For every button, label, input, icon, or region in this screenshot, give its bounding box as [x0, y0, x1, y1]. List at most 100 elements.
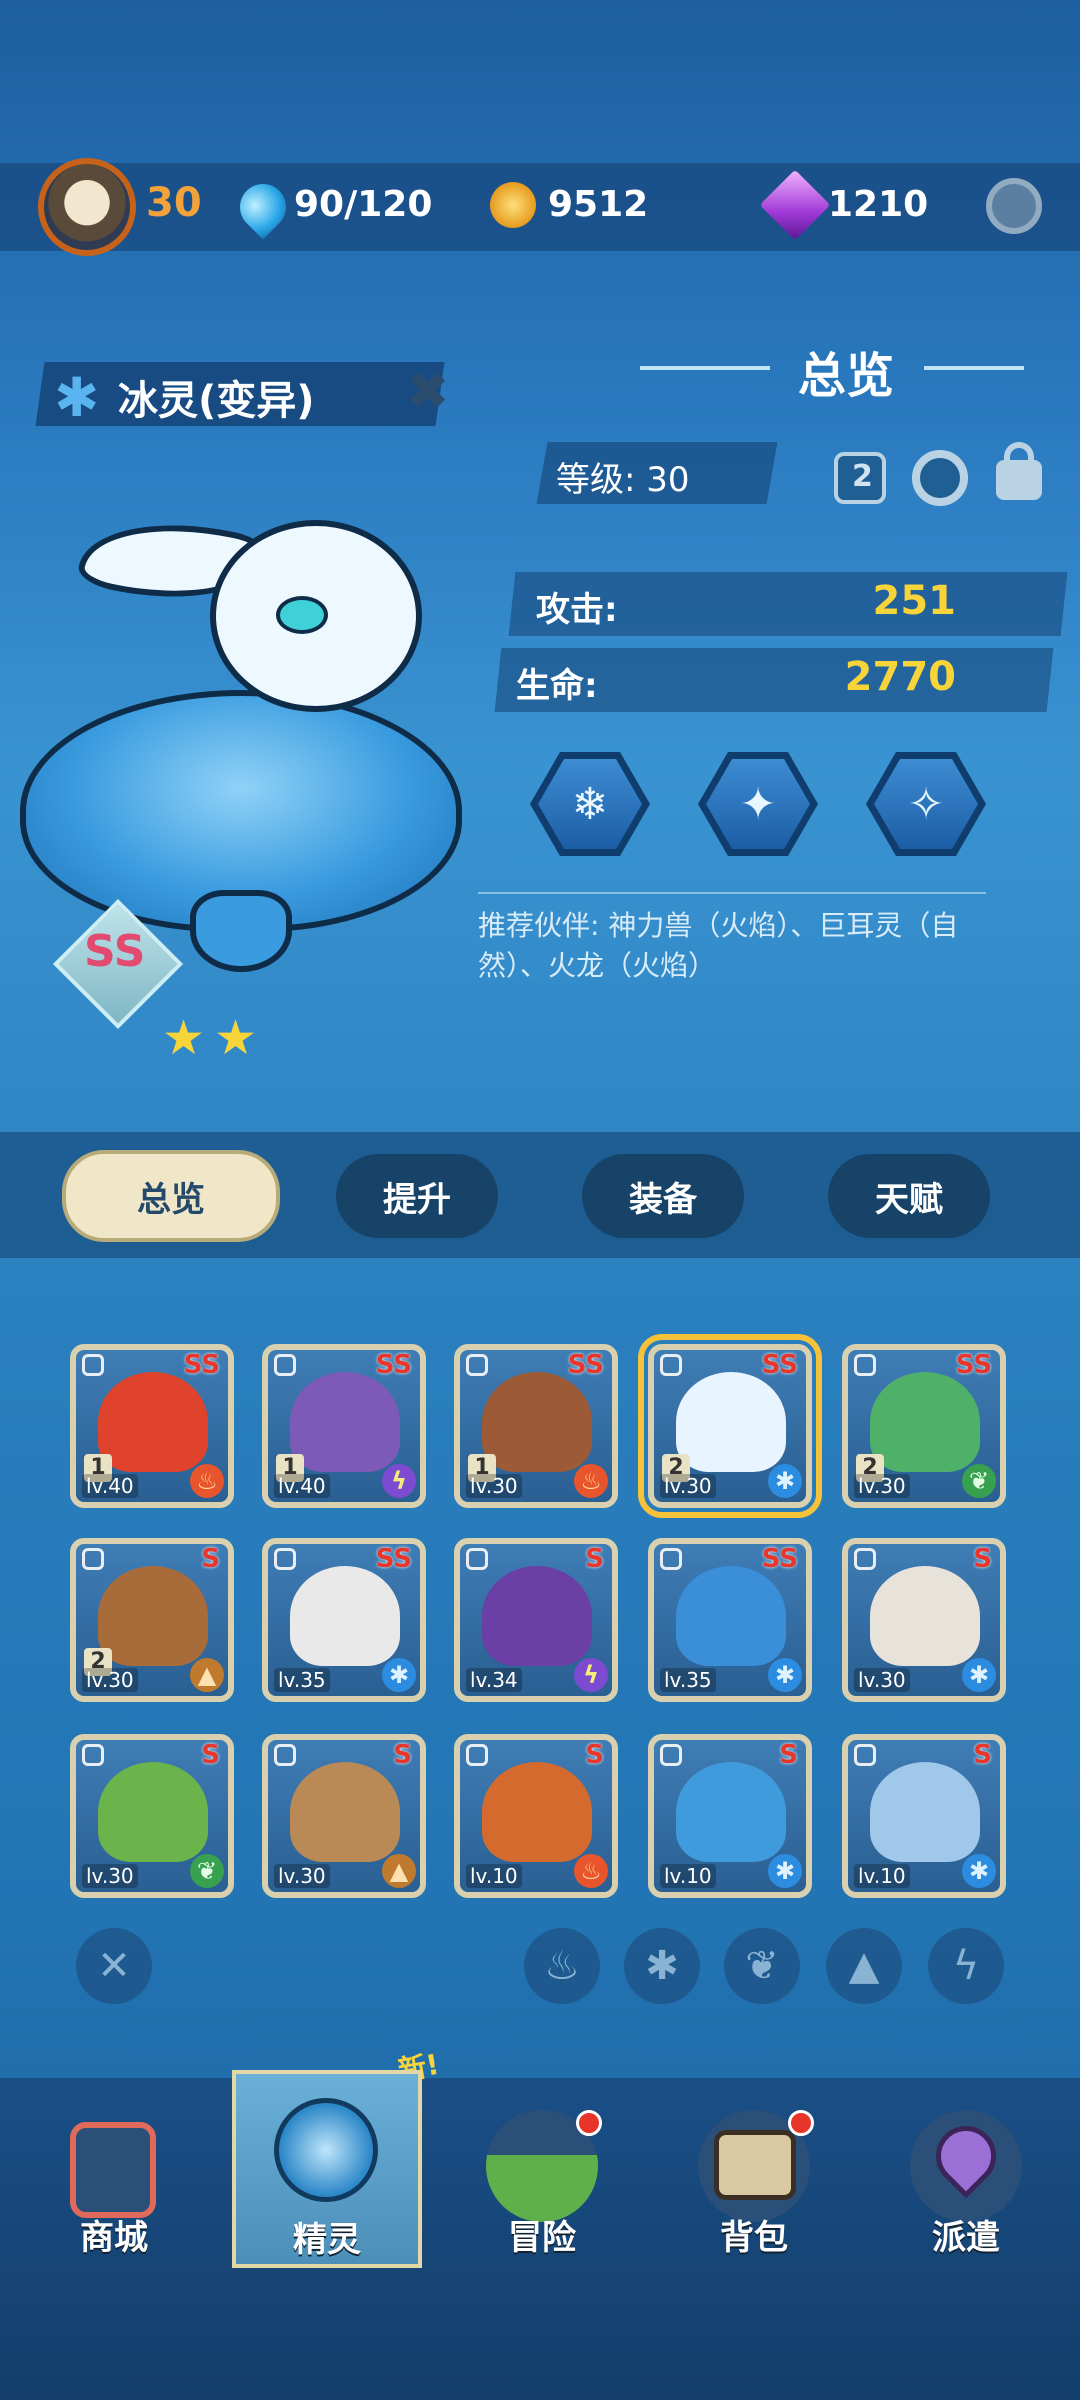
- lock-icon: [82, 1354, 104, 1376]
- title-divider-left: [640, 366, 770, 370]
- lock-icon: [660, 1354, 682, 1376]
- pet-card[interactable]: Slv.30 ▲: [262, 1734, 426, 1898]
- ring-icon[interactable]: [912, 450, 968, 506]
- pet-name: 冰灵(变异): [118, 378, 315, 424]
- hp-label: 生命:: [516, 666, 598, 706]
- lock-icon: [274, 1354, 296, 1376]
- skill-slot-2[interactable]: ✦: [698, 752, 818, 856]
- gem-value: 1210: [828, 184, 929, 225]
- pet-level: lv.40: [82, 1474, 138, 1498]
- fire-filter-icon[interactable]: ♨: [524, 1928, 600, 2004]
- tab-overview[interactable]: 总览: [62, 1150, 280, 1242]
- pet-card[interactable]: Slv.30 ❦: [70, 1734, 234, 1898]
- lock-icon: [854, 1744, 876, 1766]
- pet-grade: S: [393, 1740, 412, 1770]
- ice-spike-icon: ✦: [706, 759, 810, 849]
- nav-adventure[interactable]: 冒险: [442, 2092, 642, 2272]
- shop-icon: [70, 2122, 156, 2218]
- nature-element-icon: ❦: [962, 1464, 996, 1498]
- star-icon: ★: [162, 1010, 206, 1066]
- earth-filter-icon[interactable]: ▲: [826, 1928, 902, 2004]
- pet-portrait: [98, 1566, 208, 1666]
- grade-label: SS: [84, 926, 146, 977]
- ice-filter-icon[interactable]: ✱: [624, 1928, 700, 2004]
- pet-level: 等级: 30: [556, 460, 690, 500]
- pet-portrait: [870, 1566, 980, 1666]
- pet-level: lv.10: [660, 1864, 716, 1888]
- pet-grade: SS: [761, 1350, 798, 1380]
- nav-dispatch[interactable]: 派遣: [866, 2092, 1066, 2272]
- pet-grade: S: [201, 1544, 220, 1574]
- lock-icon: [274, 1548, 296, 1570]
- pet-portrait: [290, 1566, 400, 1666]
- ice-element-icon: ✱: [768, 1464, 802, 1498]
- pet-portrait: [98, 1762, 208, 1862]
- tab-equipment[interactable]: 装备: [582, 1154, 744, 1238]
- pet-card[interactable]: Slv.10 ✱: [648, 1734, 812, 1898]
- tab-upgrade[interactable]: 提升: [336, 1154, 498, 1238]
- energy-value: 90/120: [294, 184, 433, 225]
- nav-label: 精灵: [293, 2220, 361, 2260]
- settings-gear-icon[interactable]: [986, 178, 1042, 234]
- pet-card[interactable]: SS 2 lv.30 ✱: [638, 1334, 822, 1518]
- lock-icon: [854, 1354, 876, 1376]
- pet-card[interactable]: SS lv.35 ✱: [648, 1538, 812, 1702]
- pet-grade: S: [779, 1740, 798, 1770]
- creature-tail: [190, 890, 292, 972]
- tab-talent[interactable]: 天赋: [828, 1154, 990, 1238]
- pet-card[interactable]: SS 1 lv.40 ϟ: [262, 1344, 426, 1508]
- pet-portrait: [482, 1372, 592, 1472]
- pet-card[interactable]: S 2 lv.30 ▲: [70, 1538, 234, 1702]
- pet-card[interactable]: Slv.34 ϟ: [454, 1538, 618, 1702]
- pet-card[interactable]: Slv.30 ✱: [842, 1538, 1006, 1702]
- hp-value: 2770: [844, 654, 956, 700]
- coin-icon: [490, 182, 536, 228]
- thunder-filter-icon[interactable]: ϟ: [928, 1928, 1004, 2004]
- nav-shop[interactable]: 商城: [14, 2092, 214, 2272]
- close-icon[interactable]: ✖: [406, 362, 450, 422]
- nav-bag[interactable]: 背包: [654, 2092, 854, 2272]
- ice-element-icon: ✱: [768, 1658, 802, 1692]
- player-avatar[interactable]: [38, 158, 136, 256]
- pet-grade: S: [585, 1740, 604, 1770]
- player-level: 30: [146, 180, 202, 226]
- earth-element-icon: ▲: [382, 1854, 416, 1888]
- pet-card[interactable]: Slv.10 ♨: [454, 1734, 618, 1898]
- pet-level: lv.30: [82, 1668, 138, 1692]
- skill-slot-1[interactable]: ❄: [530, 752, 650, 856]
- pet-level: lv.35: [274, 1668, 330, 1692]
- star-icon: ★: [214, 1010, 258, 1066]
- fire-element-icon: ♨: [190, 1464, 224, 1498]
- lock-icon: [274, 1744, 296, 1766]
- pet-grade: SS: [567, 1350, 604, 1380]
- pet-card[interactable]: SS 1 lv.40 ♨: [70, 1344, 234, 1508]
- pet-level: lv.30: [466, 1474, 522, 1498]
- pet-card[interactable]: SS 1 lv.30 ♨: [454, 1344, 618, 1508]
- pet-portrait: [482, 1566, 592, 1666]
- pet-grade: SS: [183, 1350, 220, 1380]
- title-divider-right: [924, 366, 1024, 370]
- nature-element-icon: ❦: [190, 1854, 224, 1888]
- pet-card[interactable]: SS lv.35 ✱: [262, 1538, 426, 1702]
- pet-card[interactable]: SS 2 lv.30 ❦: [842, 1344, 1006, 1508]
- pet-portrait: [870, 1762, 980, 1862]
- clear-filter-icon[interactable]: ✕: [76, 1928, 152, 2004]
- lock-icon: [466, 1354, 488, 1376]
- pet-portrait: [676, 1372, 786, 1472]
- nature-filter-icon[interactable]: ❦: [724, 1928, 800, 2004]
- skill-slot-3[interactable]: ✧: [866, 752, 986, 856]
- pet-card[interactable]: Slv.10 ✱: [842, 1734, 1006, 1898]
- nav-label: 派遣: [932, 2218, 1000, 2258]
- nav-spirit[interactable]: 精灵: [232, 2070, 422, 2268]
- pet-level: lv.30: [82, 1864, 138, 1888]
- ice-element-icon: ✱: [768, 1854, 802, 1888]
- lock-icon: [82, 1548, 104, 1570]
- ice-element-icon: ✱: [962, 1854, 996, 1888]
- pet-portrait: [676, 1566, 786, 1666]
- pet-level: lv.10: [854, 1864, 910, 1888]
- spirit-swirl-icon: [274, 2098, 378, 2202]
- pet-portrait: [870, 1372, 980, 1472]
- lock-icon: [82, 1744, 104, 1766]
- ice-element-icon: ✱: [382, 1658, 416, 1692]
- fire-element-icon: ♨: [574, 1854, 608, 1888]
